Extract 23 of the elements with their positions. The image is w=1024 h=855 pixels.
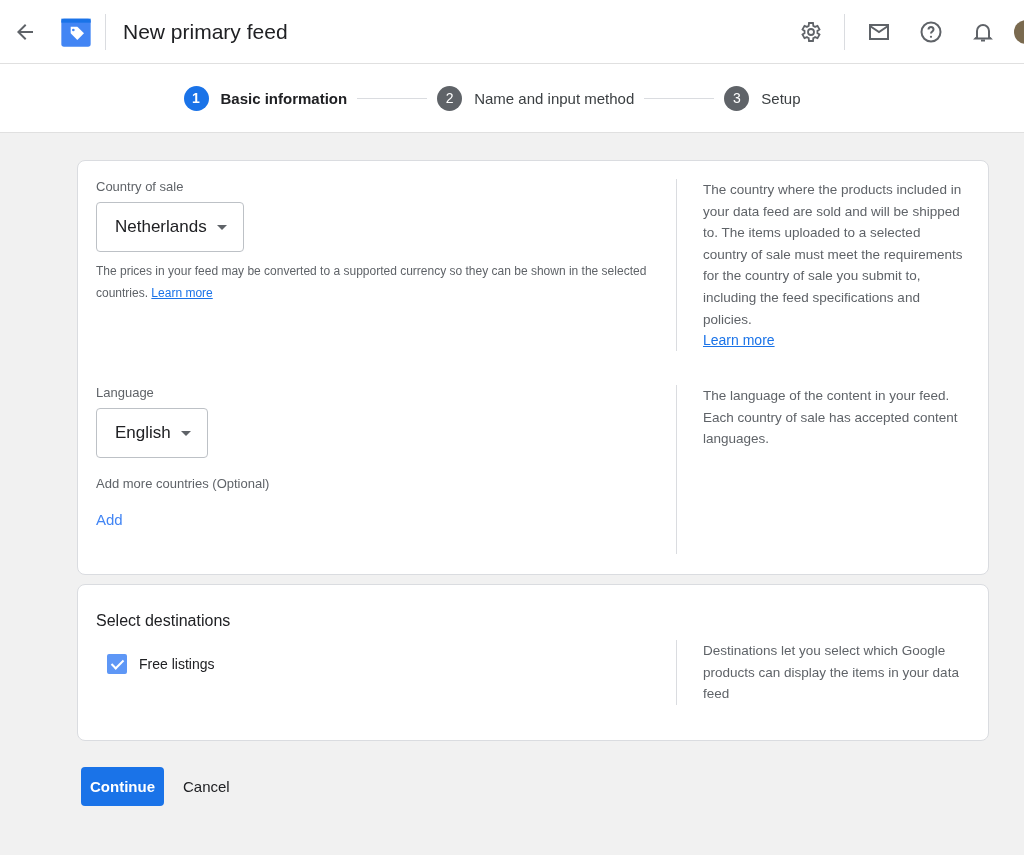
help-text: Destinations let you select which Google products can display the items in your data feed	[703, 642, 960, 704]
section-title: Select destinations	[96, 612, 232, 631]
step[interactable]: 1 Basic information	[183, 85, 348, 111]
language-dropdown[interactable]: English	[96, 408, 208, 459]
checkbox[interactable]	[107, 654, 127, 675]
field-label: Country of sale	[96, 179, 185, 194]
step[interactable]: 3 Setup	[724, 85, 801, 111]
help-text: The language of the content in your feed. Each country of sale has accepted content languages.	[703, 387, 959, 449]
field-label: Language	[96, 385, 155, 401]
learn-more-link[interactable]: Learn more	[703, 332, 775, 349]
option-label: Free listings	[139, 656, 215, 673]
step[interactable]: 2 Name and input method	[437, 85, 635, 111]
help-text: The country where the products included in your data feed are sold and will be shipped to. The items uploaded to a selected country of sale must meet the requirements for the country of sale you submit to, including the feed specifications and policies.	[703, 181, 963, 329]
country-dropdown[interactable]: Netherlands	[96, 202, 244, 252]
cancel-button[interactable]: Cancel	[170, 766, 243, 806]
add-link[interactable]: Add	[96, 511, 123, 529]
page-title: New primary feed	[123, 19, 288, 44]
help-icon[interactable]	[919, 19, 943, 44]
field-label: Add more countries (Optional)	[96, 476, 271, 492]
continue-button[interactable]: Continue	[81, 766, 164, 806]
hint-text: The prices in your feed may be converted to a supported currency so they can be shown in the selected countries. Learn more	[96, 263, 648, 302]
learn-more-link[interactable]: Learn more	[151, 286, 213, 300]
settings-icon[interactable]	[798, 19, 822, 44]
